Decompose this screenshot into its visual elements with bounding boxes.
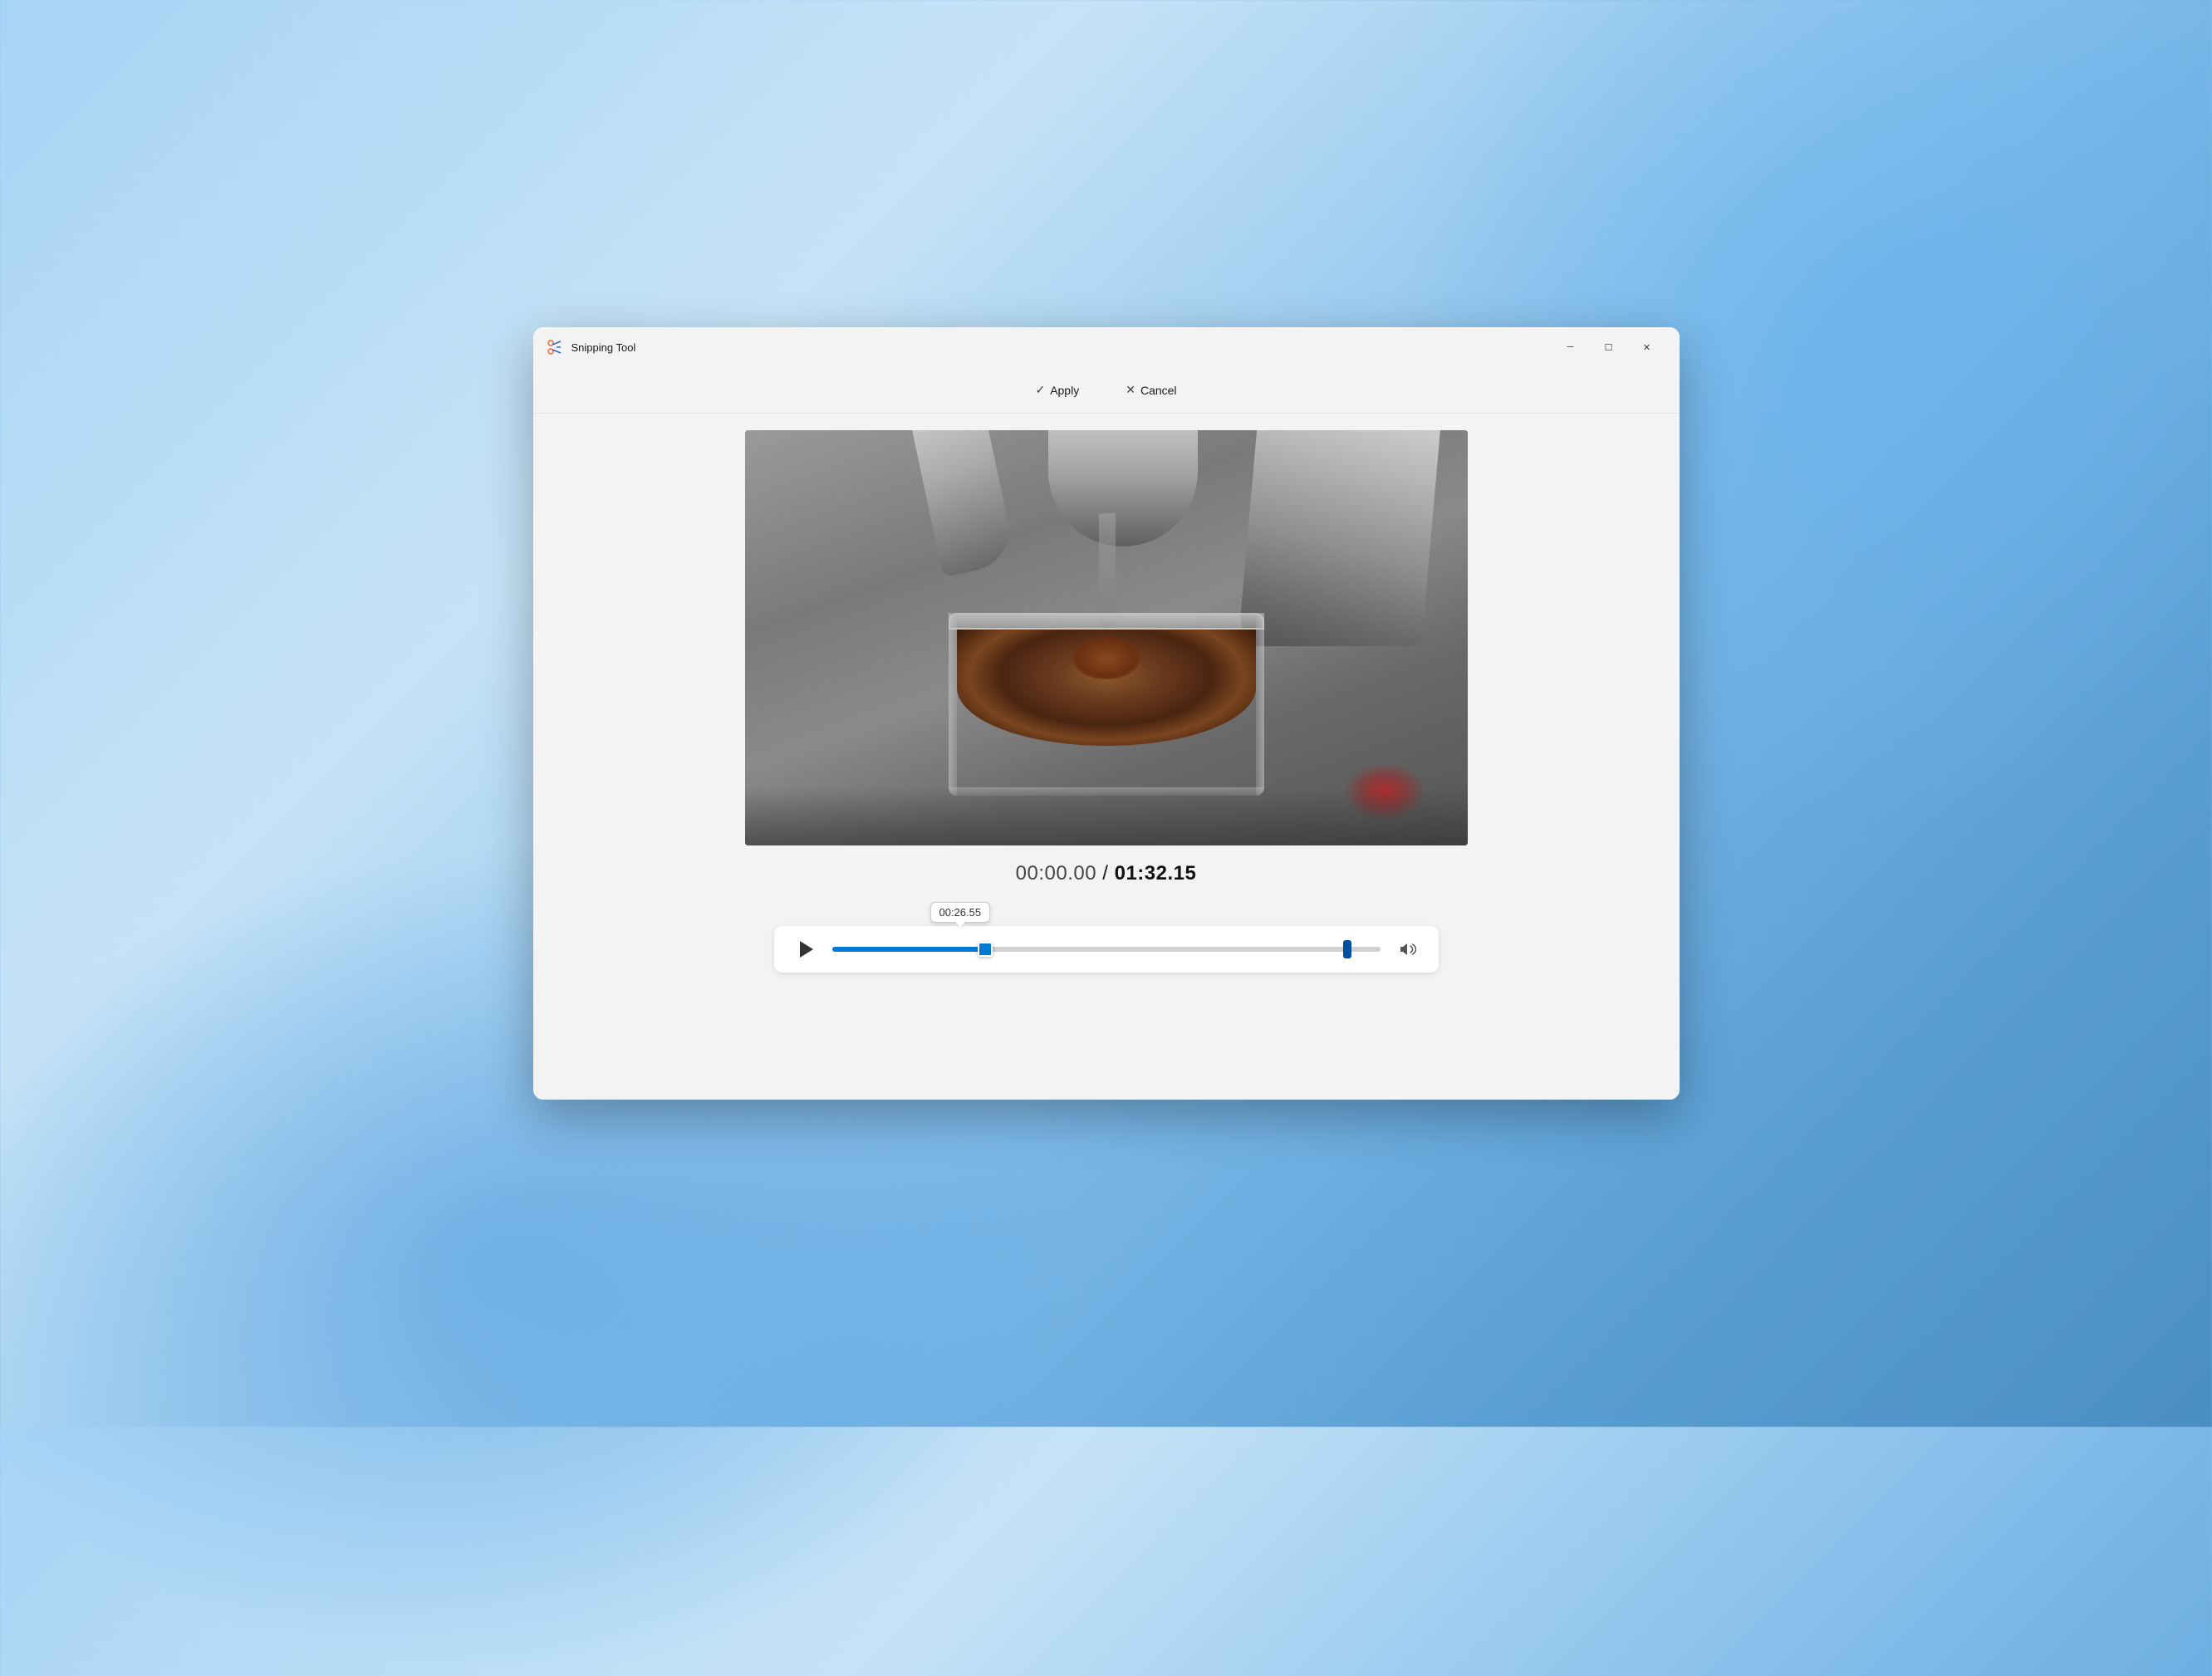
center-portafilter [1048,430,1198,546]
total-time: 01:32.15 [1115,862,1197,885]
cancel-icon: ✕ [1126,383,1135,397]
time-display: 00:00.00 / 01:32.15 [1016,862,1197,885]
volume-button[interactable] [1392,934,1422,964]
cancel-button[interactable]: ✕ Cancel [1112,376,1189,404]
right-machine [1237,430,1442,646]
app-icon [547,339,563,355]
content-area: 00:00.00 / 01:32.15 00:26.55 [533,414,1680,1100]
apply-button[interactable]: ✓ Apply [1022,376,1092,404]
title-bar-left: Snipping Tool [547,339,636,355]
scrubber-tooltip-container: 00:26.55 [774,902,1439,923]
coffee-grounds [957,630,1256,746]
player-controls: 00:26.55 [774,902,1439,973]
scrubber-progress [832,947,986,952]
scrubber-thumb[interactable] [978,942,993,957]
scrubber-tooltip: 00:26.55 [930,902,991,923]
snipping-tool-window: Snipping Tool ─ ☐ ✕ ✓ Apply ✕ Cancel [533,327,1680,1100]
app-title: Snipping Tool [571,341,636,354]
cancel-label: Cancel [1140,384,1177,397]
volume-icon [1398,940,1416,958]
video-content [745,430,1468,845]
minimize-button[interactable]: ─ [1552,334,1590,360]
apply-icon: ✓ [1035,383,1045,397]
grounds-mound [1073,638,1140,679]
play-icon [800,941,813,958]
dark-bottom [745,787,1468,845]
apply-label: Apply [1050,384,1079,397]
basket-area [949,613,1264,796]
window-controls: ─ ☐ ✕ [1552,334,1666,360]
controls-row [774,926,1439,973]
video-frame [745,430,1468,845]
title-bar: Snipping Tool ─ ☐ ✕ [533,327,1680,367]
current-time: 00:00.00 [1016,862,1096,885]
toolbar: ✓ Apply ✕ Cancel [533,367,1680,414]
glass-rim [949,613,1264,630]
close-button[interactable]: ✕ [1628,334,1666,360]
glass-right [1256,613,1264,796]
left-spout [909,430,1017,577]
glass-left [949,613,957,796]
maximize-button[interactable]: ☐ [1590,334,1628,360]
time-separator: / [1102,862,1114,885]
scrubber-track[interactable] [832,947,1381,952]
play-button[interactable] [791,934,821,964]
trim-thumb-right[interactable] [1343,940,1351,958]
